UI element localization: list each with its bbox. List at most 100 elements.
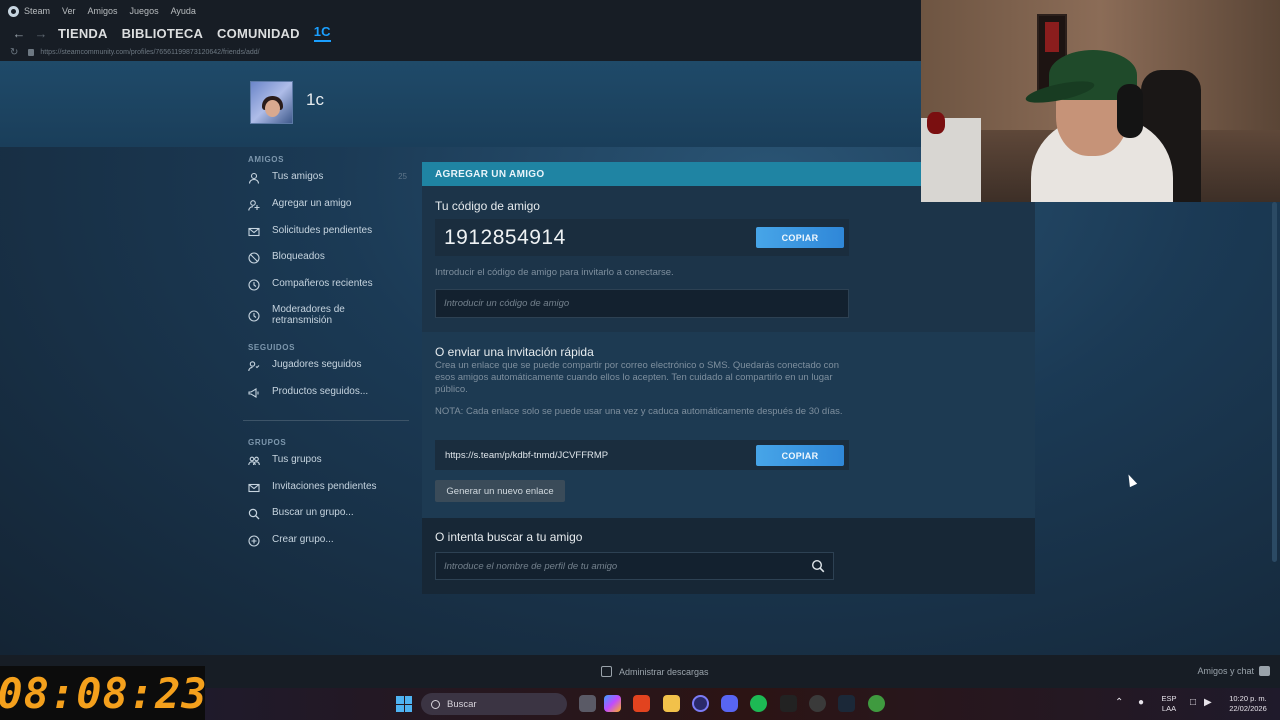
clock-icon [247, 278, 261, 292]
tab-comunidad[interactable]: COMUNIDAD [217, 26, 300, 41]
group-icon [247, 454, 261, 468]
menu-ayuda[interactable]: Ayuda [171, 6, 196, 16]
sidebar-item-label: Tus grupos [272, 454, 322, 465]
sidebar-item-label: Solicitudes pendientes [272, 225, 373, 236]
friend-code-hint: Introducir el código de amigo para invit… [435, 267, 674, 278]
sidebar-item-label: Invitaciones pendientes [272, 481, 377, 492]
sidebar-item-buscar-grupo[interactable]: Buscar un grupo... [247, 507, 407, 521]
chevron-up-icon[interactable]: ⌃ [1115, 697, 1123, 708]
microphone-icon[interactable]: ● [1138, 697, 1144, 708]
panel-header: AGREGAR UN AMIGO [422, 162, 922, 186]
volume-icon[interactable]: ▶ [1204, 697, 1212, 708]
manage-downloads-button[interactable]: Administrar descargas [601, 666, 709, 677]
sidebar-item-crear-grupo[interactable]: Crear grupo... [247, 534, 407, 548]
scrollbar[interactable] [1272, 202, 1277, 562]
avatar[interactable] [250, 81, 293, 124]
search-friend-placeholder: Introduce el nombre de perfil de tu amig… [444, 560, 618, 572]
app-circle-icon[interactable] [692, 695, 709, 712]
sidebar-item-label: Crear grupo... [272, 534, 334, 545]
invite-link-value[interactable]: https://s.team/p/kdbf-tnmd/JCVFFRMP [445, 450, 608, 461]
windows-start-icon[interactable] [396, 696, 412, 712]
sidebar-item-label: Jugadores seguidos [272, 359, 362, 370]
clock-icon [247, 309, 261, 323]
search-icon [247, 507, 261, 521]
sidebar-item-agregar-amigo[interactable]: Agregar un amigo [247, 198, 407, 212]
sidebar-item-label: Productos seguidos... [272, 386, 369, 397]
tab-biblioteca[interactable]: BIBLIOTECA [122, 26, 203, 41]
webcam-figurine [927, 112, 945, 134]
url-text[interactable]: https://steamcommunity.com/profiles/7656… [40, 49, 259, 56]
search-friend-input[interactable]: Introduce el nombre de perfil de tu amig… [435, 552, 834, 580]
green-app-icon[interactable] [868, 695, 885, 712]
friends-count: 25 [398, 172, 407, 181]
sidebar-item-label: Moderadores de retransmisión [272, 304, 345, 326]
system-clock[interactable]: 10:20 p. m. 22/02/2026 [1223, 694, 1273, 714]
taskbar-search[interactable]: Buscar [421, 693, 567, 715]
reload-icon[interactable]: ↻ [10, 47, 18, 58]
webcam-person-headset [1117, 84, 1143, 138]
sidebar-item-companeros[interactable]: Compañeros recientes [247, 278, 407, 292]
menu-steam[interactable]: Steam [24, 6, 50, 16]
sidebar-item-tus-grupos[interactable]: Tus grupos [247, 454, 407, 468]
copilot-icon[interactable] [604, 695, 621, 712]
language-indicator[interactable]: ESP LAA [1160, 694, 1178, 714]
copy-link-button[interactable]: COPIAR [756, 445, 844, 466]
sidebar-item-bloqueados[interactable]: Bloqueados [247, 251, 407, 265]
windows-taskbar: Buscar ⌃ ● ESP LAA □ ▶ 10:20 p. m. 22/02… [205, 688, 1280, 720]
sidebar-item-label: Tus amigos [272, 171, 324, 182]
sidebar-item-label: Compañeros recientes [272, 278, 373, 289]
sidebar-item-tus-amigos[interactable]: Tus amigos 25 [247, 171, 407, 185]
system-time: 10:20 p. m. [1229, 694, 1267, 703]
copy-code-button[interactable]: COPIAR [756, 227, 844, 248]
lock-icon [28, 49, 35, 56]
quick-invite-description: Crea un enlace que se puede compartir po… [435, 360, 839, 395]
sidebar-item-jugadores-seguidos[interactable]: Jugadores seguidos [247, 359, 407, 373]
sidebar-item-invitaciones[interactable]: Invitaciones pendientes [247, 481, 407, 495]
plus-circle-icon [247, 534, 261, 548]
sidebar-item-moderadores[interactable]: Moderadores de retransmisión [247, 304, 407, 326]
sidebar-item-label: Agregar un amigo [272, 198, 352, 209]
obs-icon[interactable] [809, 695, 826, 712]
sidebar-item-productos-seguidos[interactable]: Productos seguidos... [247, 386, 407, 400]
steam-taskbar-icon[interactable] [838, 695, 855, 712]
add-person-icon [247, 198, 261, 212]
envelope-icon [247, 481, 261, 495]
language-code: ESP [1161, 694, 1177, 703]
friend-code-title: Tu código de amigo [435, 199, 540, 213]
menu-ver[interactable]: Ver [62, 6, 76, 16]
taskbar-search-label: Buscar [447, 698, 477, 710]
friends-chat-button[interactable]: Amigos y chat [1197, 666, 1270, 676]
friend-code-input[interactable]: Introducir un código de amigo [435, 289, 849, 318]
person-icon [247, 171, 261, 185]
audio-app-icon[interactable] [780, 695, 797, 712]
menu-juegos[interactable]: Juegos [130, 6, 159, 16]
search-icon[interactable] [811, 559, 825, 573]
network-icon[interactable]: □ [1190, 697, 1196, 708]
sidebar-section-grupos: GRUPOS [248, 438, 287, 447]
forward-arrow-icon[interactable]: → [30, 26, 52, 41]
generate-link-button[interactable]: Generar un nuevo enlace [435, 480, 565, 502]
quick-invite-note: NOTA: Cada enlace solo se puede usar una… [435, 406, 843, 417]
download-icon [601, 666, 612, 677]
manage-downloads-label: Administrar descargas [619, 666, 709, 677]
sidebar-divider [243, 420, 409, 421]
chat-icon [1259, 666, 1270, 676]
back-arrow-icon[interactable]: ← [8, 26, 30, 41]
envelope-icon [247, 225, 261, 239]
brave-browser-icon[interactable] [633, 695, 650, 712]
avatar-face [265, 100, 280, 117]
sidebar-item-label: Buscar un grupo... [272, 507, 354, 518]
sidebar-item-label: Bloqueados [272, 251, 325, 262]
file-explorer-icon[interactable] [663, 695, 680, 712]
discord-icon[interactable] [721, 695, 738, 712]
task-view-icon[interactable] [579, 695, 596, 712]
stream-timer: 08:08:23 [0, 666, 207, 720]
sidebar-item-solicitudes[interactable]: Solicitudes pendientes [247, 225, 407, 239]
profile-name[interactable]: 1c [306, 90, 324, 110]
menu-amigos[interactable]: Amigos [88, 6, 118, 16]
tab-tienda[interactable]: TIENDA [58, 26, 108, 41]
sidebar-section-amigos: AMIGOS [248, 155, 285, 164]
tab-profile[interactable]: 1C [313, 24, 331, 42]
friend-code-value: 1912854914 [444, 226, 566, 249]
spotify-icon[interactable] [750, 695, 767, 712]
